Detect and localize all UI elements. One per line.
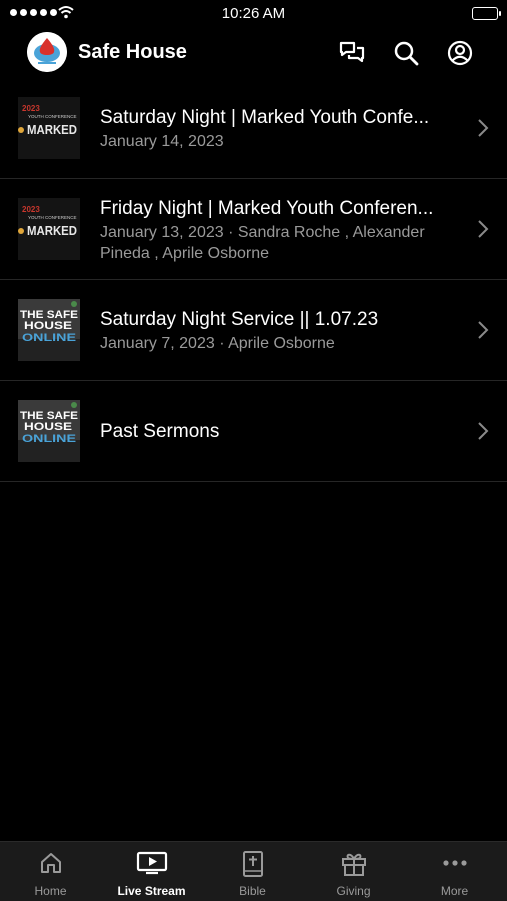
svg-text:2023: 2023	[22, 205, 40, 214]
safe-house-online-thumbnail: THE SAFE HOUSE ONLINE	[18, 400, 80, 462]
tab-home[interactable]: Home	[0, 842, 101, 901]
item-title: Past Sermons	[100, 421, 220, 442]
tab-bar: Home Live Stream Bible Giving More	[0, 841, 507, 901]
tab-label: Giving	[336, 884, 371, 898]
status-bar: 10:26 AM	[0, 0, 507, 28]
tv-play-icon	[136, 851, 167, 875]
chevron-right-icon	[478, 220, 489, 238]
marked-conference-thumbnail: 2023 YOUTH CONFERENCE MARKED	[18, 198, 80, 260]
svg-text:HOUSE: HOUSE	[24, 421, 72, 433]
list-item[interactable]: 2023 YOUTH CONFERENCE MARKED Friday Nigh…	[0, 179, 507, 280]
tab-label: Live Stream	[117, 884, 186, 898]
list-item[interactable]: THE SAFE HOUSE ONLINE Past Sermons	[0, 381, 507, 482]
account-icon[interactable]	[445, 38, 475, 68]
app-header: Safe House	[0, 28, 507, 78]
list-item[interactable]: 2023 YOUTH CONFERENCE MARKED Saturday Ni…	[0, 78, 507, 179]
list-item[interactable]: THE SAFE HOUSE ONLINE Saturday Night Ser…	[0, 280, 507, 381]
battery-icon	[472, 7, 501, 20]
svg-text:ONLINE: ONLINE	[22, 433, 76, 445]
svg-text:ONLINE: ONLINE	[22, 332, 76, 344]
status-time: 10:26 AM	[221, 5, 286, 22]
church-logo	[27, 32, 67, 72]
item-meta: January 7, 2023 · Aprile Osborne	[100, 335, 335, 352]
item-meta: January 13, 2023 · Sandra Roche , Alexan…	[100, 224, 425, 262]
svg-text:2023: 2023	[22, 104, 40, 113]
tab-giving[interactable]: Giving	[303, 842, 404, 901]
item-title: Saturday Night | Marked Youth Confe...	[100, 107, 430, 128]
svg-text:YOUTH CONFERENCE: YOUTH CONFERENCE	[28, 215, 77, 220]
item-title: Saturday Night Service || 1.07.23	[100, 309, 379, 330]
more-icon	[442, 860, 467, 866]
app-title: Safe House	[78, 41, 187, 63]
tab-more[interactable]: More	[404, 842, 505, 901]
item-date: January 14, 2023	[100, 133, 224, 150]
chevron-right-icon	[478, 422, 489, 440]
safe-house-online-thumbnail: THE SAFE HOUSE ONLINE	[18, 299, 80, 361]
messages-icon[interactable]	[337, 38, 367, 68]
chevron-right-icon	[478, 119, 489, 137]
marked-conference-thumbnail: 2023 YOUTH CONFERENCE MARKED	[18, 97, 80, 159]
bible-icon	[242, 851, 263, 877]
svg-text:MARKED: MARKED	[27, 223, 77, 238]
svg-text:MARKED: MARKED	[27, 122, 77, 137]
search-icon[interactable]	[391, 38, 421, 68]
tab-label: More	[440, 884, 469, 898]
tab-bible[interactable]: Bible	[202, 842, 303, 901]
svg-text:YOUTH CONFERENCE: YOUTH CONFERENCE	[28, 114, 77, 119]
chevron-right-icon	[478, 321, 489, 339]
item-title: Friday Night | Marked Youth Conferen...	[100, 198, 434, 219]
tab-label: Bible	[239, 884, 266, 898]
gift-icon	[341, 853, 366, 876]
content-list: 2023 YOUTH CONFERENCE MARKED Saturday Ni…	[0, 78, 507, 482]
tab-live-stream[interactable]: Live Stream	[101, 842, 202, 901]
home-icon	[40, 853, 61, 873]
svg-text:HOUSE: HOUSE	[24, 320, 72, 332]
tab-label: Home	[34, 884, 67, 898]
